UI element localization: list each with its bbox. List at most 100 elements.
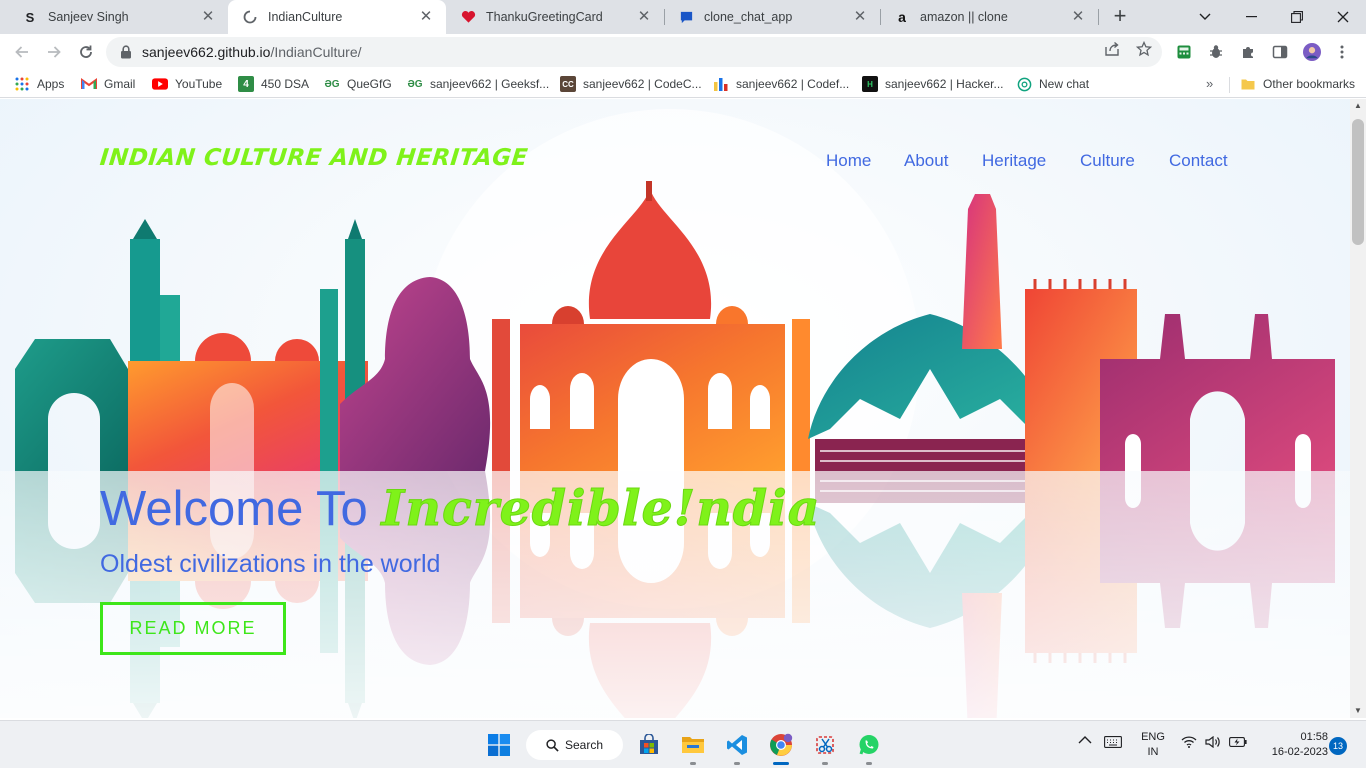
volume-icon[interactable] (1205, 735, 1221, 751)
other-bookmarks-label: Other bookmarks (1263, 77, 1356, 91)
close-icon[interactable]: ✕ (636, 9, 652, 25)
nav-culture[interactable]: Culture (1080, 151, 1135, 171)
chat-bubble-icon (678, 9, 694, 25)
close-window-button[interactable] (1320, 0, 1366, 34)
lock-icon[interactable] (120, 45, 134, 59)
clock-time: 01:58 (1300, 731, 1328, 743)
tab-amazon-clone[interactable]: a amazon || clone ✕ (880, 0, 1098, 34)
share-icon[interactable] (1103, 40, 1121, 58)
tab-title: IndianCulture (268, 10, 343, 24)
nav-contact[interactable]: Contact (1169, 151, 1228, 171)
forward-button[interactable] (40, 38, 68, 66)
bookmark-gmail[interactable]: Gmail (81, 74, 135, 94)
bookmark-label: QueGfG (347, 77, 392, 91)
menu-kebab-icon[interactable] (1333, 43, 1351, 61)
language-code: ENG (1141, 731, 1165, 743)
extensions-puzzle-icon[interactable] (1239, 43, 1257, 61)
bookmark-label: sanjeev662 | Geeksf... (430, 77, 550, 91)
tab-thankugreetingcard[interactable]: ThankuGreetingCard ✕ (446, 0, 664, 34)
bookmark-label: New chat (1039, 77, 1090, 91)
tab-strip: S Sanjeev Singh ✕ IndianCulture ✕ Thanku… (0, 0, 1366, 34)
bookmark-new-chat[interactable]: New chat (1016, 74, 1089, 94)
notification-count-badge[interactable]: 13 (1329, 737, 1347, 755)
windows-start-icon[interactable] (485, 731, 513, 759)
running-indicator (822, 762, 828, 765)
page-scrollbar[interactable]: ▲ ▼ (1350, 99, 1366, 718)
bookmark-codechef[interactable]: CC sanjeev662 | CodeC... (560, 74, 702, 94)
close-icon[interactable]: ✕ (852, 9, 868, 25)
bookmark-label: sanjeev662 | CodeC... (583, 77, 702, 91)
scroll-up-arrow-icon[interactable]: ▲ (1350, 99, 1366, 113)
bookmarks-separator (1229, 77, 1230, 93)
nav-heritage[interactable]: Heritage (982, 151, 1046, 171)
bookmarks-overflow-button[interactable]: » (1206, 76, 1213, 91)
show-hidden-icons-chevron-icon[interactable] (1078, 735, 1092, 748)
bookmark-label: 450 DSA (261, 77, 310, 91)
tab-indianculture[interactable]: IndianCulture ✕ (228, 0, 446, 34)
reload-button[interactable] (72, 38, 100, 66)
nav-about[interactable]: About (904, 151, 948, 171)
s-letter-icon: S (25, 9, 35, 25)
close-icon[interactable]: ✕ (1070, 9, 1086, 25)
taskbar-search[interactable]: Search (526, 730, 623, 760)
bookmark-geeksforgeeks[interactable]: ƏG sanjeev662 | Geeksf... (407, 74, 549, 94)
address-bar[interactable]: sanjeev662.github.io/IndianCulture/ (106, 37, 1162, 67)
url-host: sanjeev662.github.io (142, 44, 271, 60)
minimize-button[interactable] (1228, 0, 1274, 34)
system-clock[interactable]: 01:58 16-02-2023 (1258, 730, 1328, 760)
bookmark-youtube[interactable]: YouTube (152, 74, 222, 94)
snipping-tool-icon[interactable] (811, 731, 839, 759)
hackerrank-icon: H (862, 76, 878, 92)
tab-clone-chat-app[interactable]: clone_chat_app ✕ (664, 0, 880, 34)
tab-separator (1098, 9, 1099, 25)
read-more-button[interactable]: READ MORE (100, 602, 286, 655)
other-bookmarks[interactable]: Other bookmarks (1240, 74, 1355, 94)
bug-extension-icon[interactable] (1207, 43, 1225, 61)
windows-taskbar: Search ENG IN 01:58 16-02-2023 13 (0, 720, 1366, 768)
gfg-icon: ƏG (407, 78, 423, 90)
scroll-down-arrow-icon[interactable]: ▼ (1350, 704, 1366, 718)
loading-icon (242, 9, 258, 25)
chrome-icon[interactable] (767, 731, 795, 759)
bookmark-label: sanjeev662 | Hacker... (885, 77, 1004, 91)
close-icon[interactable]: ✕ (418, 9, 434, 25)
input-language-indicator[interactable]: ENG IN (1140, 730, 1166, 760)
site-logo[interactable]: INDIAN CULTURE AND HERITAGE (99, 145, 530, 171)
side-panel-icon[interactable] (1271, 43, 1289, 61)
bookmark-450-dsa[interactable]: 4 450 DSA (238, 74, 309, 94)
heart-icon (460, 9, 476, 25)
keyboard-icon[interactable] (1104, 736, 1122, 751)
page-viewport: INDIAN CULTURE AND HERITAGE Home About H… (0, 99, 1350, 718)
battery-charging-icon[interactable] (1229, 736, 1247, 751)
bookmark-quegfg[interactable]: ƏG QueGfG (324, 74, 392, 94)
bookmark-codeforces[interactable]: sanjeev662 | Codef... (713, 74, 849, 94)
bookmark-star-icon[interactable] (1135, 40, 1153, 58)
amazon-icon: a (898, 9, 906, 25)
running-indicator (866, 762, 872, 765)
bookmark-label: YouTube (175, 77, 223, 91)
back-button[interactable] (8, 38, 36, 66)
bookmark-hackerrank[interactable]: H sanjeev662 | Hacker... (862, 74, 1004, 94)
microsoft-store-icon[interactable] (635, 731, 663, 759)
running-indicator (690, 762, 696, 765)
nav-home[interactable]: Home (826, 151, 871, 171)
url-path: /IndianCulture/ (270, 44, 362, 60)
hero-title: Welcome To Incredible!ndia (100, 479, 820, 538)
scroll-thumb[interactable] (1352, 119, 1364, 245)
tab-title: Sanjeev Singh (48, 10, 129, 24)
close-icon[interactable]: ✕ (200, 9, 216, 25)
number-4-icon: 4 (238, 76, 254, 92)
calculator-extension-icon[interactable] (1175, 43, 1193, 61)
file-explorer-icon[interactable] (679, 731, 707, 759)
restore-button[interactable] (1274, 0, 1320, 34)
whatsapp-icon[interactable] (855, 731, 883, 759)
tab-search-button[interactable] (1182, 0, 1228, 34)
new-tab-button[interactable]: + (1108, 5, 1132, 29)
tab-sanjeev-singh[interactable]: S Sanjeev Singh ✕ (8, 0, 228, 34)
bookmark-apps[interactable]: Apps (14, 74, 64, 94)
profile-avatar[interactable] (1303, 43, 1321, 61)
wifi-icon[interactable] (1181, 736, 1197, 751)
hero-subtitle: Oldest civilizations in the world (100, 550, 441, 578)
youtube-icon (152, 76, 168, 92)
vscode-icon[interactable] (723, 731, 751, 759)
